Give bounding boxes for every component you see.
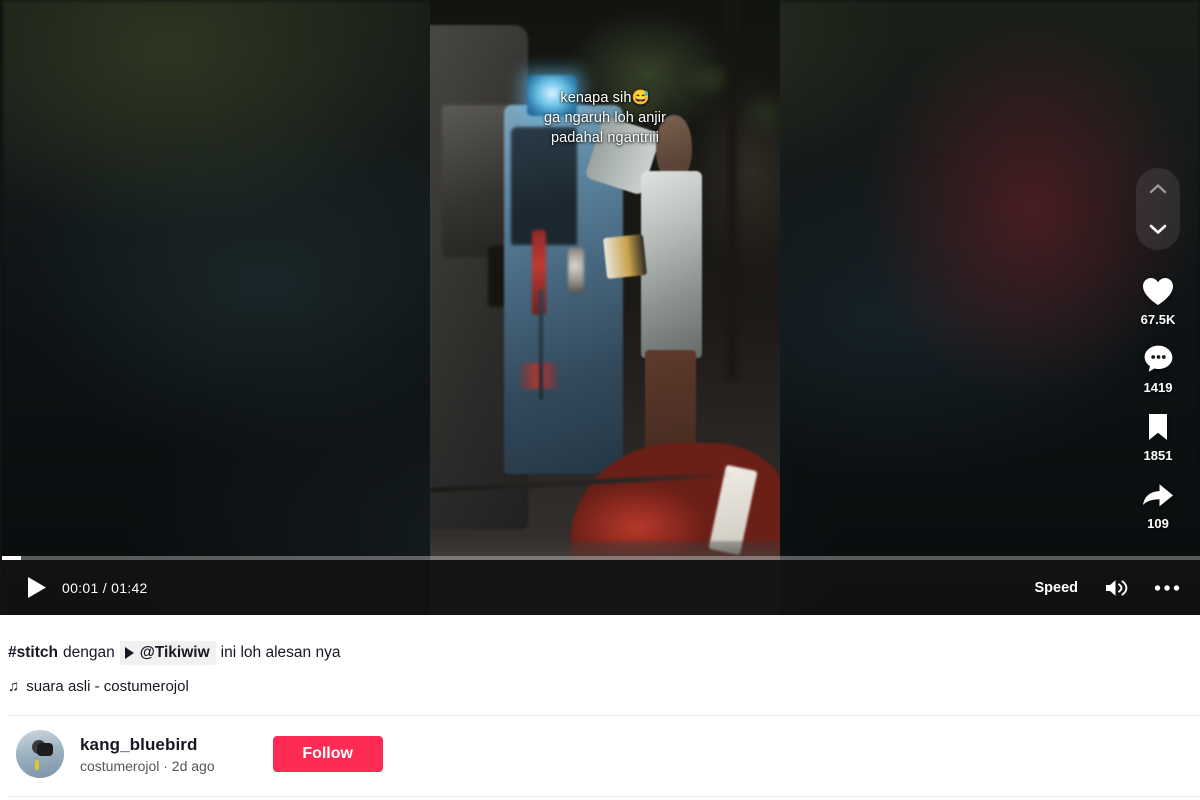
play-triangle-icon bbox=[124, 647, 134, 659]
fuel-nozzle bbox=[603, 234, 648, 279]
share-action[interactable]: 109 bbox=[1139, 476, 1177, 531]
post-meta: #stitch dengan @Tikiwiw ini loh alesan n… bbox=[0, 615, 1200, 797]
heart-icon[interactable] bbox=[1139, 272, 1177, 310]
video-navigation-pill bbox=[1136, 168, 1180, 250]
video-control-bar: 00:01 / 01:42 Speed bbox=[2, 560, 1200, 615]
bookmark-count: 1851 bbox=[1143, 448, 1173, 463]
follow-button[interactable]: Follow bbox=[272, 736, 383, 772]
taxi-roof-sign bbox=[527, 75, 578, 116]
author-info: kang_bluebird costumerojol · 2d ago bbox=[80, 735, 215, 774]
caption-trailing-text: ini loh alesan nya bbox=[220, 644, 341, 661]
action-rail: 67.5K 1419 1851 109 bbox=[1130, 168, 1186, 544]
music-note-icon: ♫ bbox=[8, 678, 20, 695]
avatar-camera bbox=[37, 743, 54, 756]
utility-pole bbox=[724, 0, 740, 382]
fuel-filler bbox=[567, 248, 585, 293]
comment-action[interactable]: 1419 bbox=[1139, 340, 1177, 395]
speed-button[interactable]: Speed bbox=[1034, 580, 1078, 596]
chevron-up-icon[interactable] bbox=[1148, 181, 1168, 197]
caption-connector: dengan bbox=[62, 644, 115, 661]
video-time-display: 00:01 / 01:42 bbox=[62, 579, 148, 596]
bookmark-icon[interactable] bbox=[1139, 408, 1177, 446]
avatar-body bbox=[23, 755, 58, 778]
music-row[interactable]: ♫ suara asli - costumerojol bbox=[8, 678, 1200, 695]
share-count: 109 bbox=[1147, 516, 1169, 531]
video-frame-content bbox=[430, 0, 780, 615]
attendant-torso bbox=[640, 171, 703, 359]
music-title: suara asli - costumerojol bbox=[26, 678, 189, 695]
fuel-hose bbox=[539, 289, 544, 400]
post-caption: #stitch dengan @Tikiwiw ini loh alesan n… bbox=[8, 641, 1200, 665]
video-player[interactable]: kenapa sih😅 ga ngaruh loh anjir padahal … bbox=[0, 0, 1200, 615]
attendant-head bbox=[656, 114, 692, 180]
video-stage[interactable]: kenapa sih😅 ga ngaruh loh anjir padahal … bbox=[430, 0, 780, 615]
comment-count: 1419 bbox=[1143, 380, 1173, 395]
comment-icon[interactable] bbox=[1139, 340, 1177, 378]
like-count: 67.5K bbox=[1140, 312, 1176, 327]
chevron-down-icon[interactable] bbox=[1148, 222, 1168, 238]
hashtag-link[interactable]: #stitch bbox=[8, 642, 58, 664]
taxi-rear-window bbox=[510, 126, 578, 245]
tiktok-video-page: kenapa sih😅 ga ngaruh loh anjir padahal … bbox=[0, 0, 1200, 800]
avatar[interactable] bbox=[16, 730, 64, 778]
volume-on-icon[interactable] bbox=[1104, 577, 1128, 599]
author-subtitle: costumerojol · 2d ago bbox=[80, 757, 215, 774]
bookmark-action[interactable]: 1851 bbox=[1139, 408, 1177, 463]
play-button[interactable] bbox=[26, 576, 48, 600]
share-arrow-icon[interactable] bbox=[1139, 476, 1177, 514]
more-options-icon[interactable] bbox=[1154, 584, 1180, 592]
bottom-divider bbox=[8, 796, 1200, 797]
author-username[interactable]: kang_bluebird bbox=[80, 735, 215, 755]
author-row: kang_bluebird costumerojol · 2d ago Foll… bbox=[8, 716, 1200, 778]
avatar-lanyard bbox=[35, 759, 39, 771]
mention-username: @Tikiwiw bbox=[139, 644, 210, 661]
like-action[interactable]: 67.5K bbox=[1139, 272, 1177, 327]
mention-link[interactable]: @Tikiwiw bbox=[119, 641, 216, 665]
